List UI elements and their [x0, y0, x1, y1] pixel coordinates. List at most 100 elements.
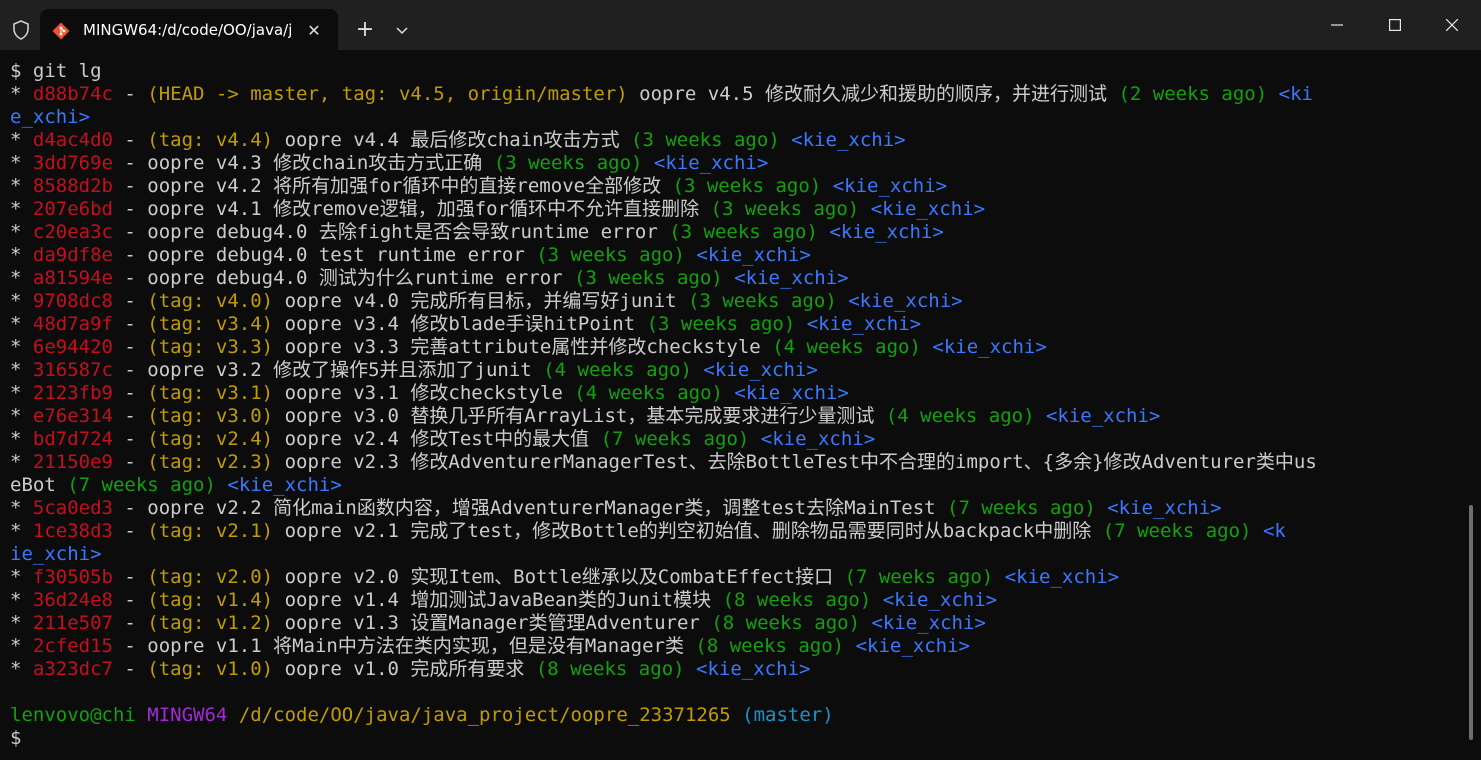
terminal-text: 211e507 — [32, 612, 113, 634]
terminal-text: <k — [1262, 520, 1286, 542]
terminal-text: <kie_xchi> — [227, 474, 342, 496]
window-close-icon[interactable] — [1423, 0, 1481, 50]
terminal-line: lenvovo@chi MINGW64 /d/code/OO/java/java… — [10, 704, 1460, 727]
terminal-text: * — [10, 129, 33, 151]
terminal-output[interactable]: $ git lg * d88b74c - (HEAD -> master, tag… — [10, 60, 1460, 760]
terminal-text: d4ac4d0 — [32, 129, 113, 151]
terminal-text: * — [10, 244, 33, 266]
terminal-text: (8 weeks ago) — [711, 612, 861, 634]
terminal-text: f30505b — [32, 566, 113, 588]
terminal-text: - oopre v4.2 将所有加强for循环中的直接remove全部修改 — [112, 175, 673, 197]
new-tab-button[interactable]: + — [350, 17, 380, 45]
terminal-text: * — [10, 428, 33, 450]
terminal-text: - oopre v4.3 修改chain攻击方式正确 — [112, 152, 494, 174]
terminal-line: $ — [10, 727, 1460, 750]
terminal-text: (3 weeks ago) — [672, 175, 822, 197]
terminal-text: (tag: v3.0) — [147, 405, 274, 427]
close-icon[interactable]: ✕ — [302, 19, 326, 43]
tab-terminal[interactable]: MINGW64:/d/code/OO/java/j ✕ — [40, 9, 338, 50]
terminal-line: * 48d7a9f - (tag: v3.4) oopre v3.4 修改bla… — [10, 313, 1460, 336]
terminal-text: <kie_xchi> — [696, 244, 811, 266]
terminal-text: $ git lg — [10, 60, 102, 82]
terminal-text: 6e94420 — [32, 336, 113, 358]
terminal-text: 1ce38d3 — [32, 520, 113, 542]
terminal-line: * d4ac4d0 - (tag: v4.4) oopre v4.4 最后修改c… — [10, 129, 1460, 152]
terminal-line: * 3dd769e - oopre v4.3 修改chain攻击方式正确 (3 … — [10, 152, 1460, 175]
terminal-line: * 5ca0ed3 - oopre v2.2 简化main函数内容，增强Adve… — [10, 497, 1460, 520]
terminal-text: 48d7a9f — [32, 313, 113, 335]
terminal-text: (tag: v1.0) — [147, 658, 274, 680]
terminal-text: (tag: v1.2) — [147, 612, 274, 634]
terminal-text: (3 weeks ago) — [710, 198, 860, 220]
terminal-line: * d88b74c - (HEAD -> master, tag: v4.5, … — [10, 83, 1460, 106]
terminal-text: ie_xchi> — [10, 543, 102, 565]
terminal-text: <ki — [1278, 83, 1313, 105]
terminal-text: 21150e9 — [32, 451, 113, 473]
terminal-text: 3dd769e — [32, 152, 113, 174]
terminal-text: * — [10, 520, 33, 542]
maximize-icon[interactable] — [1366, 0, 1424, 50]
terminal-text: (8 weeks ago) — [722, 589, 872, 611]
minimize-icon[interactable] — [1308, 0, 1366, 50]
shield-icon[interactable] — [10, 19, 32, 41]
chevron-down-icon[interactable] — [388, 17, 416, 45]
terminal-text: (3 weeks ago) — [574, 267, 723, 289]
terminal-line: eBot (7 weeks ago) <kie_xchi> — [10, 474, 1460, 497]
terminal-text: (7 weeks ago) — [1102, 520, 1252, 542]
terminal-text: oopre v1.4 增加测试JavaBean类的Junit模块 — [273, 589, 723, 611]
git-bash-icon — [52, 22, 70, 40]
terminal-line: * 211e507 - (tag: v1.2) oopre v1.3 设置Man… — [10, 612, 1460, 635]
terminal-text: * — [10, 451, 33, 473]
terminal-text: * — [10, 589, 33, 611]
terminal-text: oopre v2.1 完成了test，修改Bottle的判空初始值、删除物品需要… — [273, 520, 1103, 542]
terminal-text: <kie_xchi> — [1004, 566, 1120, 588]
terminal-text: (8 weeks ago) — [535, 658, 685, 680]
terminal-text: (4 weeks ago) — [772, 336, 921, 358]
terminal-text: * — [10, 382, 33, 404]
terminal-text: - oopre v3.2 修改了操作5并且添加了junit — [112, 359, 544, 381]
terminal-text: (tag: v2.1) — [147, 520, 274, 542]
terminal-text: * — [10, 658, 33, 680]
terminal-text: oopre v2.3 修改AdventurerManagerTest、去除Bot… — [273, 451, 1317, 473]
terminal-text: (4 weeks ago) — [543, 359, 692, 381]
terminal-text: <kie_xchi> — [734, 382, 849, 404]
terminal-text: * — [10, 359, 33, 381]
terminal-text: - — [112, 520, 148, 542]
terminal-text: <kie_xchi> — [791, 129, 906, 151]
terminal-text: <kie_xchi> — [832, 175, 948, 197]
terminal-text: - oopre debug4.0 test runtime error — [112, 244, 537, 266]
terminal-text: - oopre v1.1 将Main中方法在类内实现，但是没有Manager类 — [112, 635, 696, 657]
terminal-line: * f30505b - (tag: v2.0) oopre v2.0 实现Ite… — [10, 566, 1460, 589]
title-bar: MINGW64:/d/code/OO/java/j ✕ + — [0, 0, 1481, 50]
terminal-text: <kie_xchi> — [1107, 497, 1222, 519]
terminal-text: <kie_xchi> — [882, 589, 998, 611]
terminal-text: * — [10, 221, 33, 243]
terminal-line: * 21150e9 - (tag: v2.3) oopre v2.3 修改Adv… — [10, 451, 1460, 474]
scrollbar-thumb[interactable] — [1469, 505, 1473, 740]
terminal-line: * 8588d2b - oopre v4.2 将所有加强for循环中的直接rem… — [10, 175, 1460, 198]
terminal-text: - oopre v2.2 简化main函数内容，增强AdventurerMana… — [112, 497, 948, 519]
terminal-text: (3 weeks ago) — [688, 290, 837, 312]
terminal-text: - — [112, 658, 148, 680]
terminal-text: oopre v2.0 实现Item、Bottle继承以及CombatEffect… — [273, 566, 845, 588]
terminal-text: <kie_xchi> — [848, 290, 963, 312]
terminal-text: - — [112, 336, 148, 358]
